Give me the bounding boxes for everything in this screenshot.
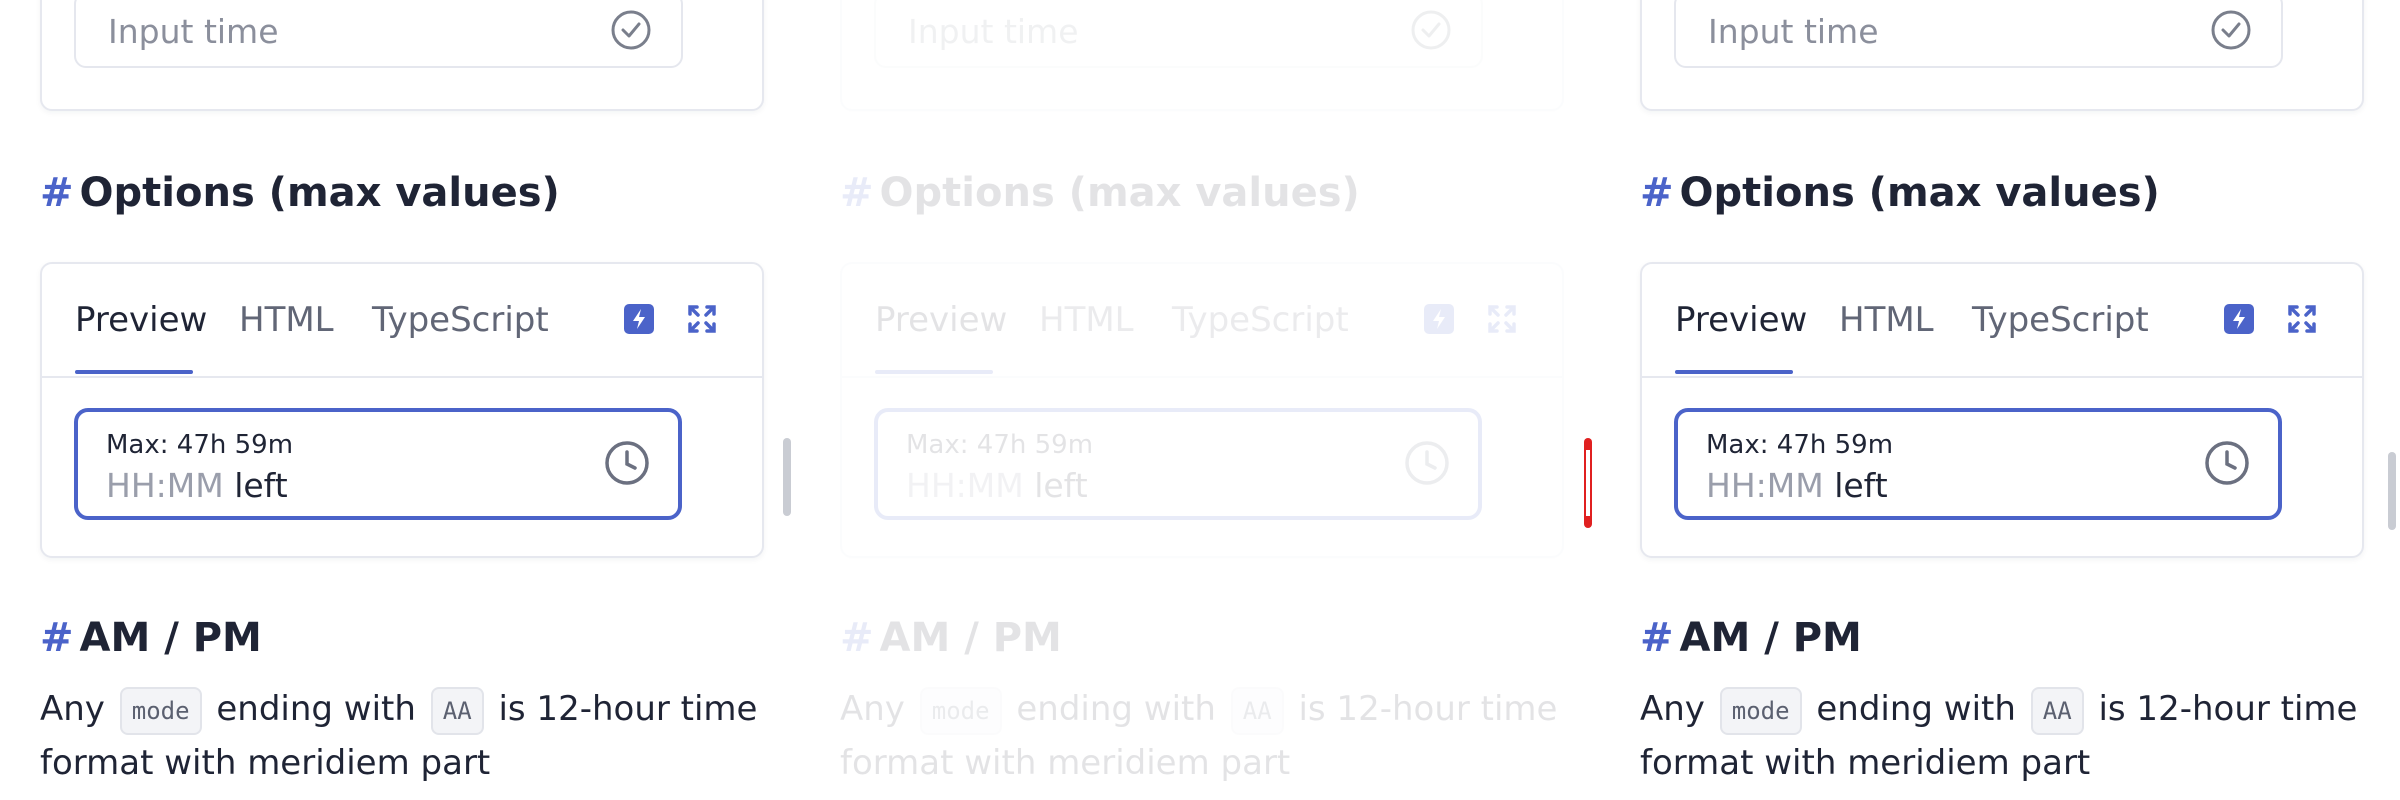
clock-icon bbox=[1404, 440, 1450, 490]
example-card: Preview HTML TypeScript Max: 47h 59m HH:… bbox=[40, 262, 764, 558]
input-time-placeholder: Input time bbox=[108, 12, 279, 51]
stackblitz-icon[interactable] bbox=[624, 304, 654, 334]
code-mode: mode bbox=[1719, 686, 1802, 735]
desc-text: ending with bbox=[1016, 689, 1216, 729]
time-input-placeholder: HH:MM bbox=[1706, 466, 1824, 505]
desc-text: ending with bbox=[216, 689, 416, 729]
scrollbar-thumb-highlighted[interactable] bbox=[1584, 438, 1592, 528]
scrollbar-thumb[interactable] bbox=[783, 438, 791, 516]
active-tab-indicator bbox=[875, 370, 993, 374]
tab-html[interactable]: HTML bbox=[239, 300, 334, 340]
code-aa: AA bbox=[2030, 686, 2084, 735]
clock-icon bbox=[604, 440, 650, 490]
time-input-value: HH:MM left bbox=[106, 466, 288, 505]
tab-typescript[interactable]: TypeScript bbox=[1172, 300, 1349, 340]
desc-text: ending with bbox=[1816, 689, 2016, 729]
anchor-hash-link[interactable]: # bbox=[840, 615, 874, 661]
code-mode: mode bbox=[119, 686, 202, 735]
time-input-postfix: left bbox=[1034, 466, 1088, 505]
ampm-description: Any mode ending with AA is 12-hour time … bbox=[40, 682, 760, 790]
example-tabs: Preview HTML TypeScript bbox=[842, 264, 1562, 378]
section-title: Options (max values) bbox=[1679, 170, 2160, 216]
desc-text: Any bbox=[40, 689, 105, 729]
time-input-placeholder: HH:MM bbox=[106, 466, 224, 505]
check-circle-icon bbox=[2209, 8, 2253, 56]
time-input-field[interactable]: Max: 47h 59m HH:MM left bbox=[874, 408, 1482, 520]
code-mode: mode bbox=[919, 686, 1002, 735]
code-aa: AA bbox=[430, 686, 484, 735]
ampm-description: Any mode ending with AA is 12-hour time … bbox=[840, 682, 1560, 790]
time-input-label: Max: 47h 59m bbox=[1706, 430, 1894, 460]
section-title: Options (max values) bbox=[79, 170, 560, 216]
example-tabs: Preview HTML TypeScript bbox=[42, 264, 762, 378]
example-tabs: Preview HTML TypeScript bbox=[1642, 264, 2362, 378]
example-card: Preview HTML TypeScript Max: 47h 59m HH:… bbox=[840, 262, 1564, 558]
column-middle-faded: Input time # Options (max values) Preview… bbox=[800, 0, 1600, 800]
desc-text: Any bbox=[1640, 689, 1705, 729]
anchor-hash-link[interactable]: # bbox=[1640, 170, 1674, 216]
top-example-card: Input time bbox=[40, 0, 764, 111]
code-aa: AA bbox=[1230, 686, 1284, 735]
input-time-placeholder: Input time bbox=[1708, 12, 1879, 51]
input-time-field[interactable]: Input time bbox=[74, 0, 683, 68]
scrollbar-thumb[interactable] bbox=[2388, 452, 2396, 530]
check-circle-icon bbox=[609, 8, 653, 56]
tab-preview[interactable]: Preview bbox=[875, 300, 1007, 340]
active-tab-indicator bbox=[1675, 370, 1793, 374]
anchor-hash-link[interactable]: # bbox=[40, 170, 74, 216]
stackblitz-icon[interactable] bbox=[2224, 304, 2254, 334]
tab-preview[interactable]: Preview bbox=[75, 300, 207, 340]
time-input-placeholder: HH:MM bbox=[906, 466, 1024, 505]
section-heading-options: # Options (max values) bbox=[840, 170, 1360, 216]
section-title: AM / PM bbox=[879, 615, 1062, 661]
section-title: AM / PM bbox=[79, 615, 262, 661]
expand-icon[interactable] bbox=[687, 304, 717, 334]
section-heading-options: # Options (max values) bbox=[1640, 170, 2160, 216]
ampm-description: Any mode ending with AA is 12-hour time … bbox=[1640, 682, 2360, 790]
top-example-card: Input time bbox=[1640, 0, 2364, 111]
section-heading-options: # Options (max values) bbox=[40, 170, 560, 216]
expand-icon[interactable] bbox=[1487, 304, 1517, 334]
column-left: Input time # Options (max values) Preview… bbox=[0, 0, 800, 800]
section-heading-ampm: # AM / PM bbox=[840, 615, 1062, 661]
input-time-field[interactable]: Input time bbox=[1674, 0, 2283, 68]
section-title: AM / PM bbox=[1679, 615, 1862, 661]
section-heading-ampm: # AM / PM bbox=[1640, 615, 1862, 661]
desc-text: Any bbox=[840, 689, 905, 729]
anchor-hash-link[interactable]: # bbox=[1640, 615, 1674, 661]
section-title: Options (max values) bbox=[879, 170, 1360, 216]
stackblitz-icon[interactable] bbox=[1424, 304, 1454, 334]
clock-icon bbox=[2204, 440, 2250, 490]
tab-typescript[interactable]: TypeScript bbox=[372, 300, 549, 340]
input-time-field[interactable]: Input time bbox=[874, 0, 1483, 68]
column-right: Input time # Options (max values) Preview… bbox=[1600, 0, 2400, 800]
time-input-label: Max: 47h 59m bbox=[106, 430, 294, 460]
tab-preview[interactable]: Preview bbox=[1675, 300, 1807, 340]
tab-html[interactable]: HTML bbox=[1839, 300, 1934, 340]
active-tab-indicator bbox=[75, 370, 193, 374]
top-example-card: Input time bbox=[840, 0, 1564, 111]
time-input-value: HH:MM left bbox=[906, 466, 1088, 505]
section-heading-ampm: # AM / PM bbox=[40, 615, 262, 661]
example-card: Preview HTML TypeScript Max: 47h 59m HH:… bbox=[1640, 262, 2364, 558]
expand-icon[interactable] bbox=[2287, 304, 2317, 334]
time-input-value: HH:MM left bbox=[1706, 466, 1888, 505]
time-input-field[interactable]: Max: 47h 59m HH:MM left bbox=[74, 408, 682, 520]
time-input-postfix: left bbox=[1834, 466, 1888, 505]
anchor-hash-link[interactable]: # bbox=[40, 615, 74, 661]
time-input-field[interactable]: Max: 47h 59m HH:MM left bbox=[1674, 408, 2282, 520]
tab-html[interactable]: HTML bbox=[1039, 300, 1134, 340]
tab-typescript[interactable]: TypeScript bbox=[1972, 300, 2149, 340]
time-input-label: Max: 47h 59m bbox=[906, 430, 1094, 460]
scrollbar-thumb-inner bbox=[1586, 450, 1590, 516]
input-time-placeholder: Input time bbox=[908, 12, 1079, 51]
time-input-postfix: left bbox=[234, 466, 288, 505]
check-circle-icon bbox=[1409, 8, 1453, 56]
anchor-hash-link[interactable]: # bbox=[840, 170, 874, 216]
